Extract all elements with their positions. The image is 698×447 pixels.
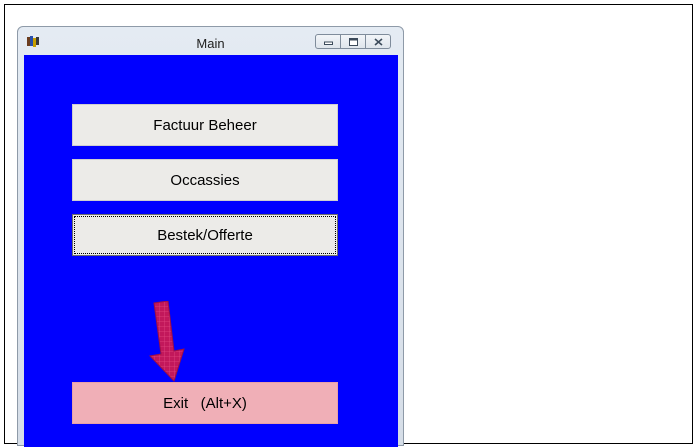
maximize-button[interactable] <box>340 34 366 49</box>
maximize-icon <box>348 37 358 46</box>
minimize-icon <box>323 41 333 45</box>
occassies-button[interactable]: Occassies <box>72 159 338 201</box>
title-bar[interactable]: Main <box>18 27 403 55</box>
bestek-offerte-button[interactable]: Bestek/Offerte <box>72 214 338 256</box>
close-icon <box>373 37 383 46</box>
minimize-button[interactable] <box>315 34 341 49</box>
factuur-beheer-button[interactable]: Factuur Beheer <box>72 104 338 146</box>
exit-button[interactable]: Exit (Alt+X) <box>72 382 338 424</box>
main-window: Main Factuur Beheer Occassies Bestek/Off… <box>17 26 404 447</box>
down-arrow-icon <box>148 301 185 382</box>
client-area: Factuur Beheer Occassies Bestek/Offerte … <box>24 55 398 447</box>
close-button[interactable] <box>365 34 391 49</box>
